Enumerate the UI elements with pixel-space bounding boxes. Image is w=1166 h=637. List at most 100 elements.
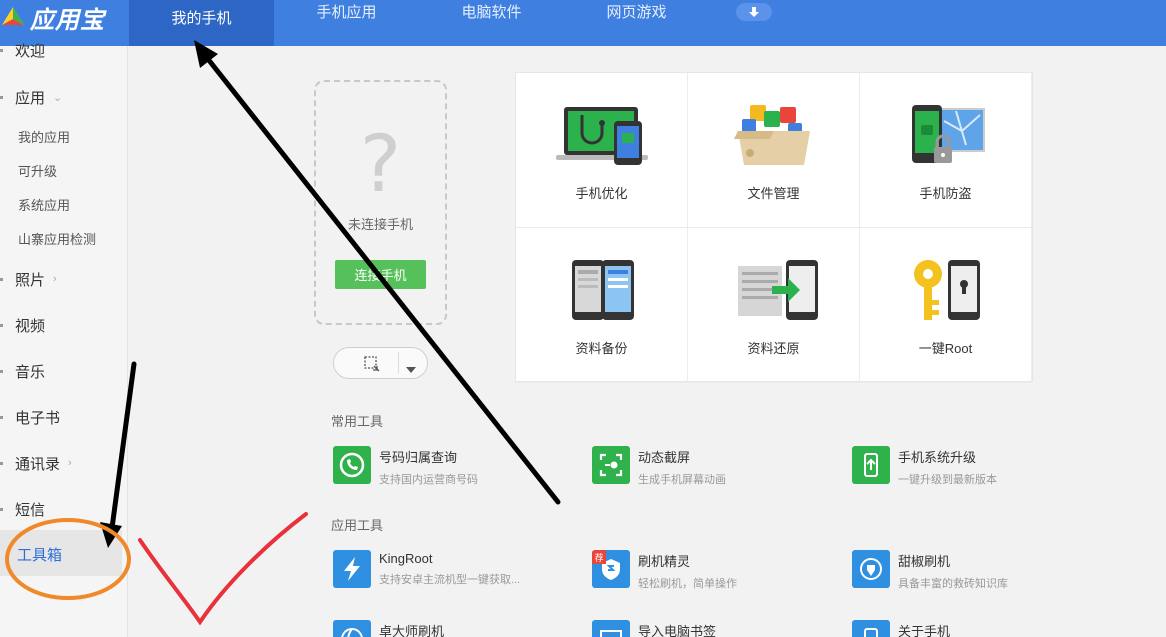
sidebar-item-photos[interactable]: 照片 › (0, 267, 128, 291)
sidebar-subitem-my-apps[interactable]: 我的应用 (18, 126, 70, 146)
sidebar-item-label: 应用 (15, 89, 46, 107)
tab-phone-apps[interactable]: 手机应用 (274, 0, 419, 34)
feature-label: 文件管理 (747, 186, 800, 201)
tool-desc: 一键升级到最新版本 (898, 474, 997, 486)
pepper-icon (852, 550, 890, 588)
sidebar-item-label: 电子书 (15, 409, 61, 427)
feature-phone-optimize[interactable]: 手机优化 (516, 73, 688, 228)
sidebar-item-toolbox[interactable]: 工具箱 (0, 542, 128, 566)
sidebar-item-label: 通讯录 (15, 455, 61, 473)
feature-file-manager[interactable]: 文件管理 (688, 73, 860, 228)
dropdown-arrow-icon[interactable] (406, 360, 416, 378)
sidebar-item-contacts[interactable]: 通讯录 › (0, 451, 128, 475)
bookmark-screen-icon (592, 620, 630, 637)
app-logo-icon (0, 5, 26, 31)
screen-capture-icon (592, 446, 630, 484)
lightning-icon (333, 550, 371, 588)
tool-flash-genie[interactable]: 荐 刷机精灵轻松刷机，简单操作 (592, 550, 737, 591)
phone-connect-card: ? 未连接手机 连接手机 (314, 80, 447, 325)
connect-phone-button[interactable]: 连接手机 (335, 260, 426, 289)
app-name: 应用宝 (30, 6, 105, 34)
bullet-icon (0, 95, 3, 99)
annotation-red-check (138, 512, 308, 626)
phone-lock-map-icon (896, 101, 996, 169)
feature-one-click-root[interactable]: 一键Root (860, 228, 1032, 383)
phone-call-icon (333, 446, 371, 484)
tool-desc: 支持安卓主流机型一键获取... (379, 574, 521, 586)
tab-web-games[interactable]: 网页游戏 (564, 0, 709, 34)
feature-label: 手机优化 (575, 186, 628, 201)
tool-name: 手机系统升级 (898, 450, 977, 465)
shield-s-icon: 荐 (592, 550, 630, 588)
sidebar-item-label: 短信 (15, 501, 46, 519)
file-box-icon (724, 101, 824, 169)
phone-upgrade-icon (852, 446, 890, 484)
feature-data-restore[interactable]: 资料还原 (688, 228, 860, 383)
sidebar-item-ebooks[interactable]: 电子书 (0, 405, 128, 429)
feature-label: 一键Root (918, 341, 973, 356)
sidebar-item-sms[interactable]: 短信 (0, 497, 128, 521)
tool-system-upgrade[interactable]: 手机系统升级一键升级到最新版本 (852, 446, 997, 487)
phone-info-icon (852, 620, 890, 637)
tool-import-bookmarks[interactable]: 导入电脑书签 (592, 620, 716, 637)
feature-anti-theft[interactable]: 手机防盗 (860, 73, 1032, 228)
bullet-icon (0, 507, 3, 511)
bullet-icon (0, 461, 3, 465)
tool-desc: 轻松刷机，简单操作 (638, 578, 737, 590)
download-button[interactable] (736, 3, 772, 21)
tool-zhuo-master-flash[interactable]: 卓大师刷机 (333, 620, 444, 637)
tool-name: 号码归属查询 (379, 450, 458, 465)
tool-desc: 支持国内运营商号码 (379, 474, 478, 486)
recommend-badge: 荐 (592, 550, 606, 564)
feature-label: 资料备份 (575, 341, 628, 356)
tool-name: KingRoot (379, 551, 433, 566)
sidebar-item-label: 欢迎 (15, 42, 46, 60)
tool-number-lookup[interactable]: 号码归属查询支持国内运营商号码 (333, 446, 478, 487)
top-nav-bar: 应用宝 我的手机 手机应用 电脑软件 网页游戏 (0, 0, 1166, 46)
feature-data-backup[interactable]: 资料备份 (516, 228, 688, 383)
chevron-right-icon: › (53, 273, 57, 285)
feature-grid: 手机优化 文件管理 手机防盗 资料备份 资料还原 一键Root (515, 72, 1033, 383)
chevron-right-icon: › (68, 457, 72, 469)
bullet-icon (0, 415, 3, 419)
sidebar-item-label: 照片 (15, 271, 46, 289)
sidebar-subitem-fake-app-check[interactable]: 山寨应用检测 (18, 228, 96, 248)
tab-pc-software[interactable]: 电脑软件 (419, 0, 564, 34)
sidebar-subitem-upgradable[interactable]: 可升级 (18, 160, 57, 180)
bullet-icon (0, 323, 3, 327)
stethoscope-laptop-icon (552, 101, 652, 169)
tool-about-phone[interactable]: 关于手机 (852, 620, 950, 637)
tool-desc: 具备丰富的救砖知识库 (898, 578, 1008, 590)
restore-arrow-phone-icon (724, 256, 824, 324)
divider (398, 352, 399, 374)
tool-name: 刷机精灵 (638, 554, 691, 569)
tool-name: 导入电脑书签 (638, 624, 717, 637)
tool-pepper-flash[interactable]: 甜椒刷机具备丰富的救砖知识库 (852, 550, 1008, 591)
feature-label: 资料还原 (747, 341, 800, 356)
backup-phones-icon (552, 256, 652, 324)
sidebar-item-videos[interactable]: 视频 (0, 313, 128, 337)
tool-name: 甜椒刷机 (898, 554, 951, 569)
tool-kingroot[interactable]: KingRoot 支持安卓主流机型一键获取... (333, 550, 520, 588)
globe-icon (333, 620, 371, 637)
sidebar-item-welcome[interactable]: 欢迎 (0, 38, 128, 62)
tool-name: 动态截屏 (638, 450, 691, 465)
screenshot-crop-icon[interactable] (362, 354, 382, 379)
sidebar-item-music[interactable]: 音乐 (0, 359, 128, 383)
app-tools-title: 应用工具 (331, 518, 384, 533)
tool-desc: 生成手机屏幕动画 (638, 474, 726, 486)
tab-my-phone[interactable]: 我的手机 (129, 0, 274, 46)
unknown-phone-icon: ? (359, 120, 402, 210)
tool-name: 卓大师刷机 (379, 624, 445, 637)
bullet-icon (0, 369, 3, 373)
sidebar-item-apps[interactable]: 应用 ⌄ (0, 85, 128, 109)
key-phone-icon (896, 256, 996, 324)
chevron-down-icon: ⌄ (53, 91, 63, 104)
tool-dynamic-screenshot[interactable]: 动态截屏生成手机屏幕动画 (592, 446, 726, 487)
download-arrow-icon (749, 7, 759, 17)
sidebar-item-label: 工具箱 (17, 546, 63, 564)
phone-status-text: 未连接手机 (347, 217, 413, 232)
sidebar-subitem-system-apps[interactable]: 系统应用 (18, 194, 70, 214)
bullet-icon (0, 277, 3, 281)
screenshot-control (333, 347, 428, 379)
